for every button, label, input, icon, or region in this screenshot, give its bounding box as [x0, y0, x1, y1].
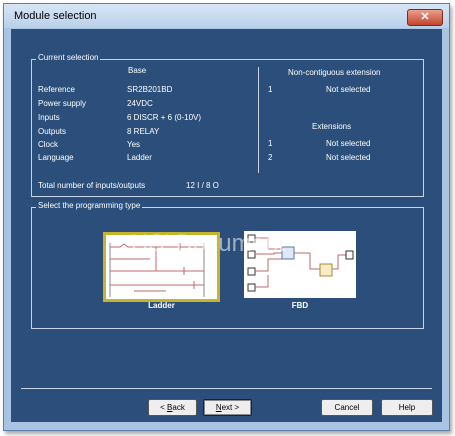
- close-icon: ✕: [420, 11, 430, 23]
- programming-type-title: Select the programming type: [36, 201, 143, 210]
- base-header: Base: [128, 66, 147, 75]
- power-supply-value: 24VDC: [127, 99, 153, 108]
- inputs-label: Inputs: [38, 113, 60, 122]
- next-rest: ext: [221, 403, 233, 412]
- ladder-label[interactable]: Ladder: [103, 301, 220, 310]
- extensions-header: Extensions: [312, 122, 352, 131]
- back-prefix: <: [160, 403, 168, 412]
- inputs-value: 6 DISCR + 6 (0-10V): [127, 113, 202, 122]
- non-contiguous-status: Not selected: [326, 85, 371, 94]
- back-rest: ack: [172, 403, 185, 412]
- current-selection-title: Current selection: [36, 53, 101, 62]
- extension-1-status: Not selected: [326, 139, 371, 148]
- programming-type-group: Select the programming type: [31, 201, 424, 329]
- button-separator: [21, 388, 432, 389]
- back-button[interactable]: < Back: [148, 399, 197, 416]
- total-io-label: Total number of inputs/outputs: [38, 181, 146, 190]
- extension-1-num: 1: [268, 139, 273, 148]
- non-contiguous-num: 1: [268, 85, 273, 94]
- language-value: Ladder: [127, 153, 152, 162]
- clock-label: Clock: [38, 140, 59, 149]
- language-label: Language: [38, 153, 74, 162]
- total-io-value: 12 I / 8 O: [186, 181, 219, 190]
- window-title: Module selection: [14, 10, 97, 22]
- reference-value: SR2B201BD: [127, 85, 173, 94]
- cancel-button[interactable]: Cancel: [321, 399, 373, 416]
- module-selection-dialog: Module selection ✕ Current selection Bas…: [3, 3, 450, 431]
- extension-2-status: Not selected: [326, 153, 371, 162]
- title-bar: Module selection ✕: [4, 4, 449, 28]
- outputs-value: 8 RELAY: [127, 127, 160, 136]
- next-button[interactable]: Next >: [203, 399, 252, 416]
- dialog-client-area: Current selection Base Reference SR2B201…: [11, 29, 442, 422]
- close-button[interactable]: ✕: [407, 9, 443, 26]
- next-suffix: >: [232, 403, 240, 412]
- current-selection-group: Current selection: [31, 53, 424, 197]
- extension-2-num: 2: [268, 153, 273, 162]
- reference-label: Reference: [38, 85, 75, 94]
- power-supply-label: Power supply: [38, 99, 87, 108]
- outputs-label: Outputs: [38, 127, 67, 136]
- fbd-label[interactable]: FBD: [244, 301, 356, 310]
- column-divider: [258, 67, 259, 173]
- help-button[interactable]: Help: [381, 399, 433, 416]
- watermark-text: HS' Document: [131, 230, 285, 257]
- clock-value: Yes: [127, 140, 141, 149]
- non-contiguous-header: Non-contiguous extension: [288, 68, 381, 77]
